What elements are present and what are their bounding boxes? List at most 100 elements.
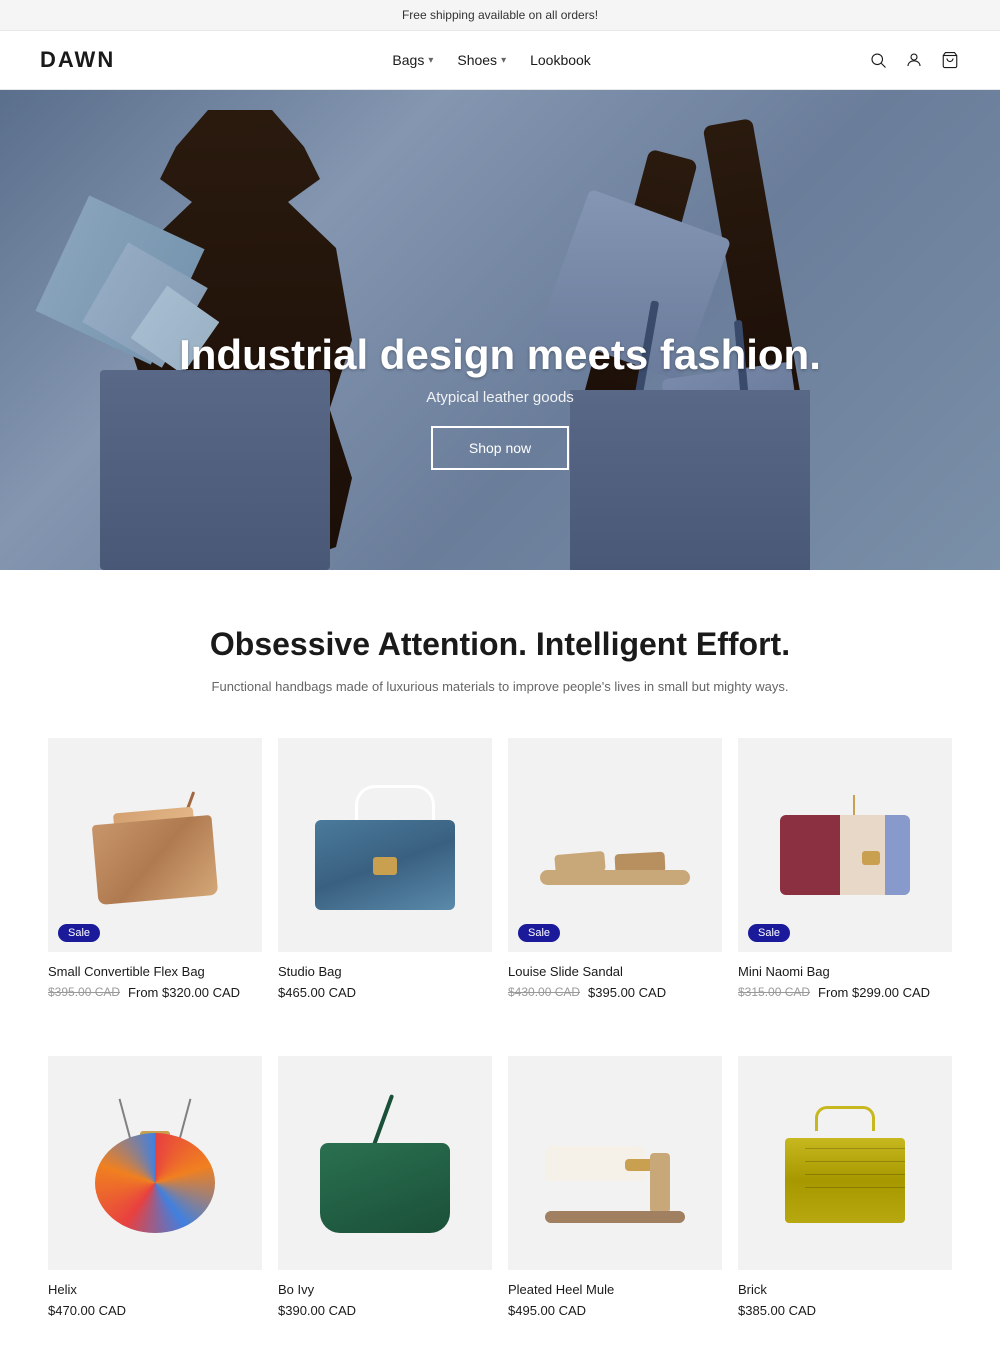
product-prices: $430.00 CAD $395.00 CAD xyxy=(508,985,722,1000)
site-logo[interactable]: DAWN xyxy=(40,47,115,73)
product-image xyxy=(508,738,722,952)
hero-left-image xyxy=(0,90,490,570)
product-image-wrapper xyxy=(508,1056,722,1270)
product-prices: $390.00 CAD xyxy=(278,1303,492,1318)
product-card-bo-ivy[interactable]: Bo Ivy $390.00 CAD xyxy=(270,1048,500,1326)
price-current: $395.00 CAD xyxy=(588,985,666,1000)
cart-button[interactable] xyxy=(940,50,960,70)
product-card-mini-naomi-bag[interactable]: Sale Mini Naomi Bag $315.00 CAD From $29… xyxy=(730,730,960,1008)
product-name: Studio Bag xyxy=(278,964,492,979)
main-nav: Bags ▾ Shoes ▾ Lookbook xyxy=(392,52,590,68)
tagline-description: Functional handbags made of luxurious ma… xyxy=(200,677,800,698)
price-original: $395.00 CAD xyxy=(48,985,120,999)
product-name: Pleated Heel Mule xyxy=(508,1282,722,1297)
products-grid-row2: Helix $470.00 CAD Bo Ivy $390.00 CAD xyxy=(0,1048,1000,1366)
sale-badge: Sale xyxy=(58,924,100,942)
shop-now-button[interactable]: Shop now xyxy=(431,426,569,470)
hero-title: Industrial design meets fashion. xyxy=(0,331,1000,379)
product-image xyxy=(738,1056,952,1270)
product-prices: $470.00 CAD xyxy=(48,1303,262,1318)
bag-body xyxy=(320,1143,450,1233)
product-image-wrapper: Sale xyxy=(738,738,952,952)
product-image-wrapper xyxy=(48,1056,262,1270)
product-name: Bo Ivy xyxy=(278,1282,492,1297)
bag-body xyxy=(780,815,910,895)
bag-illustration xyxy=(775,1103,915,1223)
product-card-convertible-flex-bag[interactable]: Sale Small Convertible Flex Bag $395.00 … xyxy=(40,730,270,1008)
shoe-illustration xyxy=(535,805,695,885)
product-name: Mini Naomi Bag xyxy=(738,964,952,979)
nav-item-shoes[interactable]: Shoes ▾ xyxy=(457,52,506,68)
product-image-wrapper: Sale xyxy=(48,738,262,952)
account-icon xyxy=(905,51,923,69)
bag-illustration xyxy=(310,1093,460,1233)
product-card-louise-slide-sandal[interactable]: Sale Louise Slide Sandal $430.00 CAD $39… xyxy=(500,730,730,1008)
hero-content: Industrial design meets fashion. Atypica… xyxy=(0,331,1000,470)
announcement-bar: Free shipping available on all orders! xyxy=(0,0,1000,31)
bag-body xyxy=(92,815,219,905)
bag-handle xyxy=(815,1106,875,1131)
nav-item-bags[interactable]: Bags ▾ xyxy=(392,52,433,68)
hero-subtitle: Atypical leather goods xyxy=(0,389,1000,406)
product-name: Louise Slide Sandal xyxy=(508,964,722,979)
product-image-wrapper xyxy=(278,1056,492,1270)
product-prices: $385.00 CAD xyxy=(738,1303,952,1318)
product-image-wrapper xyxy=(278,738,492,952)
product-image xyxy=(278,738,492,952)
product-name: Brick xyxy=(738,1282,952,1297)
price-current: $495.00 CAD xyxy=(508,1303,586,1318)
product-card-pleated-heel-mule[interactable]: Pleated Heel Mule $495.00 CAD xyxy=(500,1048,730,1326)
announcement-text: Free shipping available on all orders! xyxy=(402,8,598,22)
nav-label-bags: Bags xyxy=(392,52,424,68)
product-name: Small Convertible Flex Bag xyxy=(48,964,262,979)
product-card-studio-bag[interactable]: Studio Bag $465.00 CAD xyxy=(270,730,500,1008)
product-prices: $495.00 CAD xyxy=(508,1303,722,1318)
shoe-sole xyxy=(545,1211,685,1223)
header-icons xyxy=(868,50,960,70)
product-card-helix[interactable]: Helix $470.00 CAD xyxy=(40,1048,270,1326)
hero-section: Industrial design meets fashion. Atypica… xyxy=(0,90,1000,570)
price-current: $390.00 CAD xyxy=(278,1303,356,1318)
nav-item-lookbook[interactable]: Lookbook xyxy=(530,52,591,68)
bag-illustration xyxy=(85,790,225,900)
bag-body xyxy=(95,1133,215,1233)
price-current: $465.00 CAD xyxy=(278,985,356,1000)
price-original: $430.00 CAD xyxy=(508,985,580,999)
search-button[interactable] xyxy=(868,50,888,70)
hero-right-image xyxy=(510,90,1000,570)
chevron-down-icon: ▾ xyxy=(501,55,506,66)
product-card-brick[interactable]: Brick $385.00 CAD xyxy=(730,1048,960,1326)
bag-body xyxy=(785,1138,905,1223)
cart-icon xyxy=(941,51,959,69)
product-name: Helix xyxy=(48,1282,262,1297)
shoe-sole xyxy=(540,870,690,885)
shoe-illustration xyxy=(535,1103,695,1223)
products-grid-row1: Sale Small Convertible Flex Bag $395.00 … xyxy=(0,730,1000,1048)
account-button[interactable] xyxy=(904,50,924,70)
nav-label-lookbook: Lookbook xyxy=(530,52,591,68)
price-current: From $320.00 CAD xyxy=(128,985,240,1000)
product-image xyxy=(278,1056,492,1270)
bag-clasp xyxy=(862,851,880,865)
price-current: From $299.00 CAD xyxy=(818,985,930,1000)
color-section-blue xyxy=(885,815,910,895)
nav-label-shoes: Shoes xyxy=(457,52,497,68)
product-image xyxy=(48,738,262,952)
product-prices: $465.00 CAD xyxy=(278,985,492,1000)
product-image xyxy=(738,738,952,952)
tagline-section: Obsessive Attention. Intelligent Effort.… xyxy=(0,570,1000,730)
product-prices: $395.00 CAD From $320.00 CAD xyxy=(48,985,262,1000)
price-current: $470.00 CAD xyxy=(48,1303,126,1318)
price-original: $315.00 CAD xyxy=(738,985,810,999)
sale-badge: Sale xyxy=(518,924,560,942)
bag-illustration xyxy=(305,780,465,910)
tagline-heading: Obsessive Attention. Intelligent Effort. xyxy=(40,626,960,663)
product-prices: $315.00 CAD From $299.00 CAD xyxy=(738,985,952,1000)
product-image xyxy=(48,1056,262,1270)
product-image-wrapper xyxy=(738,1056,952,1270)
search-icon xyxy=(869,51,887,69)
bag-illustration xyxy=(775,795,915,895)
price-current: $385.00 CAD xyxy=(738,1303,816,1318)
site-header: DAWN Bags ▾ Shoes ▾ Lookbook xyxy=(0,31,1000,90)
bag-clasp xyxy=(373,857,397,875)
